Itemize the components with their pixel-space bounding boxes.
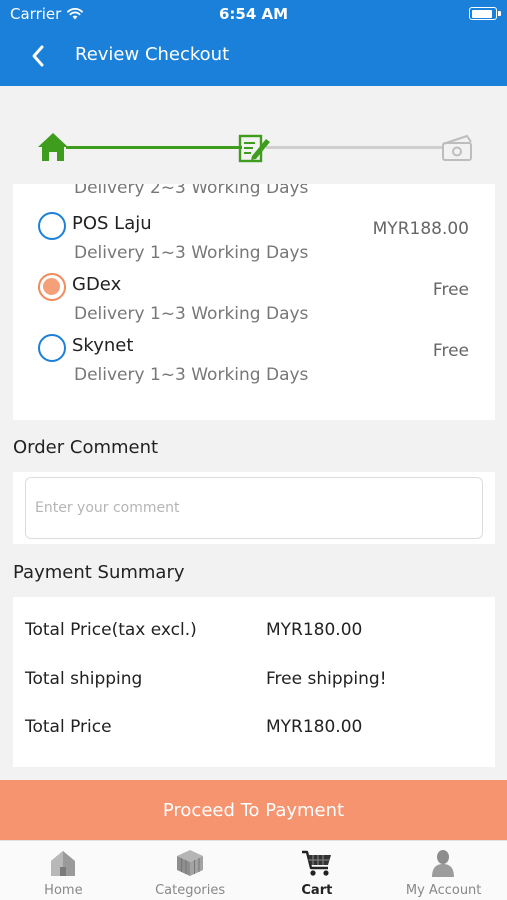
- back-arrow-icon[interactable]: [26, 43, 52, 69]
- tab-label: My Account: [405, 883, 482, 898]
- previous-option-delivery-time: Delivery 2~3 Working Days: [74, 184, 309, 198]
- shipping-option-price: Free: [432, 341, 469, 361]
- summary-label: Total Price(tax excl.): [25, 620, 197, 640]
- shipping-option-name: Skynet: [72, 335, 134, 356]
- tab-home[interactable]: Home: [0, 841, 127, 900]
- shipping-option-skynet[interactable]: Skynet Free Delivery 1~3 Working Days: [13, 323, 495, 385]
- cube-icon: [177, 850, 204, 876]
- battery-level: [471, 9, 493, 18]
- tab-cart[interactable]: Cart: [254, 841, 381, 900]
- nav-bar: Review Checkout: [0, 28, 507, 86]
- progress-line-pending: [266, 146, 442, 149]
- payment-summary-card: Total Price(tax excl.) MYR180.00 Total s…: [13, 597, 495, 767]
- summary-row: Total Price MYR180.00: [13, 717, 495, 747]
- battery-icon: [469, 7, 501, 20]
- radio-button[interactable]: [38, 334, 66, 362]
- radio-button[interactable]: [38, 273, 66, 301]
- shipping-option-price: MYR188.00: [372, 219, 469, 239]
- page-title: Review Checkout: [75, 44, 230, 65]
- shipping-option-delivery-time: Delivery 1~3 Working Days: [74, 243, 309, 263]
- order-comment-input[interactable]: [25, 477, 483, 539]
- cart-icon: [301, 850, 331, 876]
- shipping-option-gdex[interactable]: GDex Free Delivery 1~3 Working Days: [13, 262, 495, 324]
- status-bar: Carrier 6:54 AM: [0, 0, 507, 28]
- summary-row: Total Price(tax excl.) MYR180.00: [13, 620, 495, 650]
- summary-value: Free shipping!: [266, 669, 387, 689]
- clock: 6:54 AM: [218, 5, 289, 23]
- summary-label: Total Price: [25, 717, 112, 737]
- tab-my-account[interactable]: My Account: [380, 841, 507, 900]
- payment-summary-heading: Payment Summary: [13, 562, 185, 583]
- summary-value: MYR180.00: [266, 620, 363, 640]
- checkout-progress: [0, 86, 507, 184]
- tab-bar: Home Categories Cart My Account: [0, 840, 507, 900]
- shipping-option-name: GDex: [72, 274, 122, 295]
- home-icon: [51, 851, 76, 876]
- summary-label: Total shipping: [25, 669, 143, 689]
- summary-value: MYR180.00: [266, 717, 363, 737]
- order-comment-card: [13, 472, 495, 544]
- payment-cash-icon: [442, 134, 472, 161]
- review-note-icon: [238, 134, 270, 163]
- tab-label: Home: [44, 883, 83, 898]
- tab-categories[interactable]: Categories: [127, 841, 254, 900]
- proceed-to-payment-button[interactable]: Proceed To Payment: [0, 780, 507, 840]
- order-comment-heading: Order Comment: [13, 437, 159, 458]
- shipping-option-price: Free: [432, 280, 469, 300]
- shipping-option-pos-laju[interactable]: POS Laju MYR188.00 Delivery 1~3 Working …: [13, 201, 495, 263]
- user-icon: [431, 850, 454, 877]
- progress-line-complete: [66, 146, 242, 149]
- shipping-option-delivery-time: Delivery 1~3 Working Days: [74, 304, 309, 324]
- shipping-option-name: POS Laju: [72, 213, 152, 234]
- summary-row: Total shipping Free shipping!: [13, 669, 495, 699]
- tab-label: Cart: [301, 883, 333, 898]
- radio-button[interactable]: [38, 212, 66, 240]
- home-icon: [38, 133, 68, 161]
- shipping-option-delivery-time: Delivery 1~3 Working Days: [74, 365, 309, 385]
- shipping-options-card: Delivery 2~3 Working Days POS Laju MYR18…: [13, 184, 495, 420]
- tab-label: Categories: [155, 883, 226, 898]
